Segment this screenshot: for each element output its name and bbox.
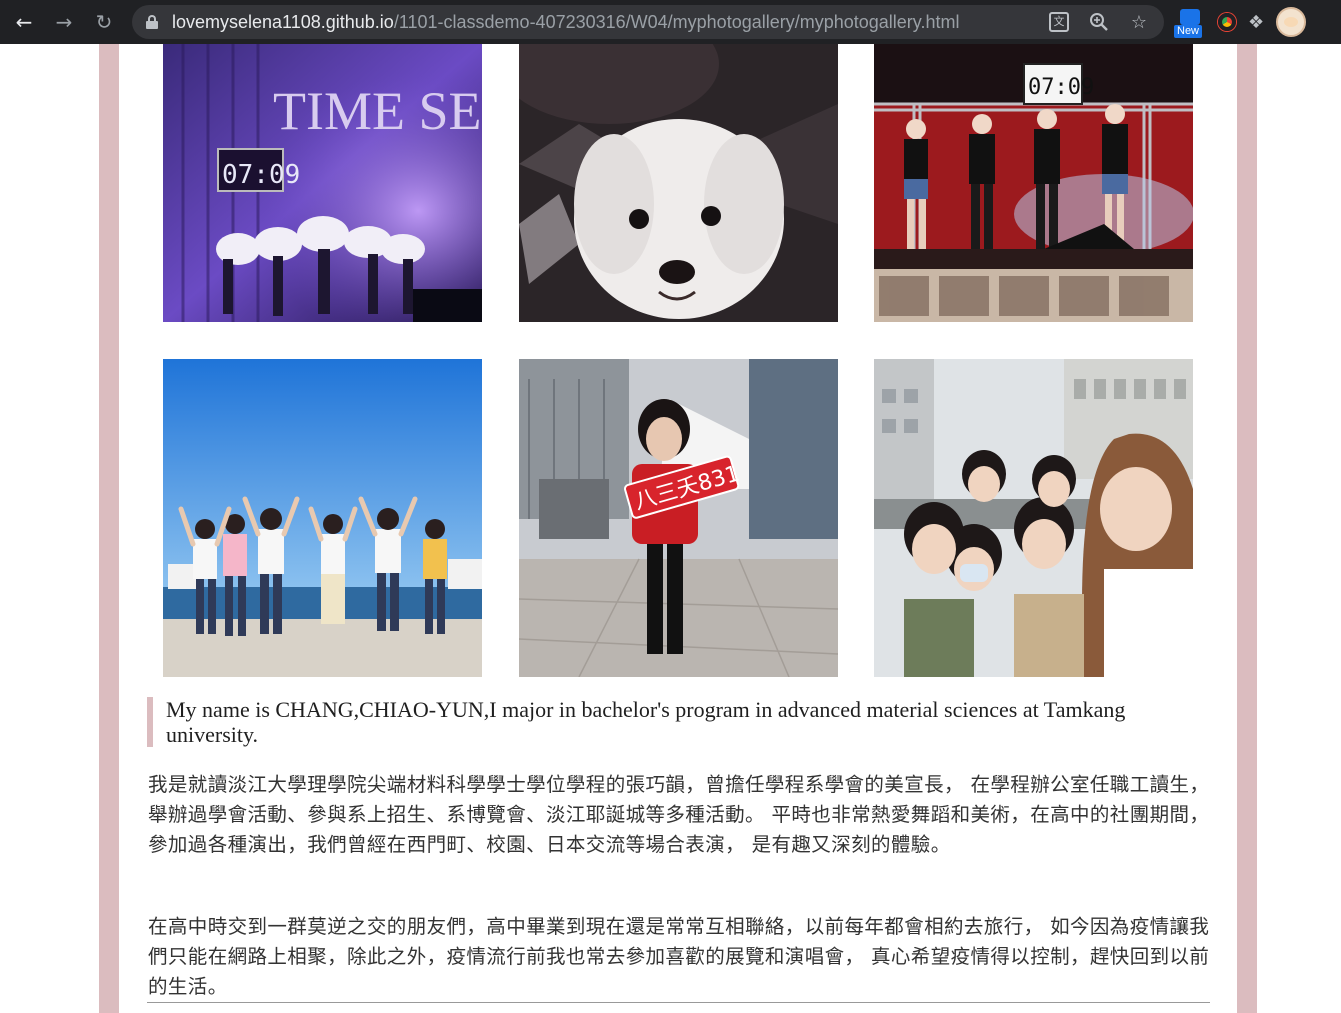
page-border-right <box>1237 44 1257 1013</box>
forward-icon[interactable]: → <box>44 0 84 44</box>
new-badge: New <box>1174 25 1203 38</box>
translate-icon[interactable]: 文 <box>1046 9 1072 35</box>
extension-icon[interactable]: New <box>1172 5 1206 39</box>
divider <box>147 1002 1210 1003</box>
about-paragraph-2: 在高中時交到一群莫逆之交的朋友們，高中畢業到現在還是常常互相聯絡，以前每年都會相… <box>148 915 1210 998</box>
reload-icon[interactable]: ↻ <box>84 0 124 44</box>
back-icon[interactable]: ← <box>4 0 44 44</box>
about-paragraph-1: 我是就讀淡江大學理學院尖端材料科學學士學位學程的張巧韻，曾擔任學程系學會的美宣長… <box>148 773 1210 856</box>
photo-dance-stage-red[interactable]: 07:09 <box>874 44 1193 322</box>
puzzle-icon[interactable]: ❖ <box>1248 12 1264 33</box>
stage-clock-red: 07:09 <box>1028 75 1094 100</box>
browser-toolbar: ← → ↻ lovemyselena1108.github.io/1101-cl… <box>0 0 1341 44</box>
url-host: lovemyselena1108.github.io <box>172 11 394 32</box>
url-path: /1101-classdemo-407230316/W04/myphotogal… <box>393 11 960 32</box>
stage-banner-text: TIME SE <box>273 81 482 141</box>
photo-white-dog[interactable] <box>519 44 838 322</box>
intro-quote: My name is CHANG,CHIAO-YUN,I major in ba… <box>147 697 1212 747</box>
page-border-left <box>99 44 119 1013</box>
lock-icon[interactable] <box>146 15 158 29</box>
photo-dance-stage-purple[interactable]: TIME SE 07:09 <box>163 44 482 322</box>
url-text[interactable]: lovemyselena1108.github.io/1101-classdem… <box>172 12 959 33</box>
zoom-icon[interactable] <box>1086 9 1112 35</box>
photo-friends-selfie[interactable] <box>874 359 1193 677</box>
photo-girl-with-sign[interactable]: 八三夭831 <box>519 359 838 677</box>
photo-jumping-group[interactable] <box>163 359 482 677</box>
address-bar[interactable]: lovemyselena1108.github.io/1101-classdem… <box>132 5 1164 39</box>
profile-avatar[interactable] <box>1276 7 1307 37</box>
stage-clock: 07:09 <box>222 160 300 190</box>
star-icon[interactable]: ☆ <box>1126 9 1152 35</box>
page-body: TIME SE 07:09 07:09 八三夭831 My name is CH… <box>0 44 1341 1013</box>
color-extension-icon[interactable] <box>1218 13 1236 31</box>
